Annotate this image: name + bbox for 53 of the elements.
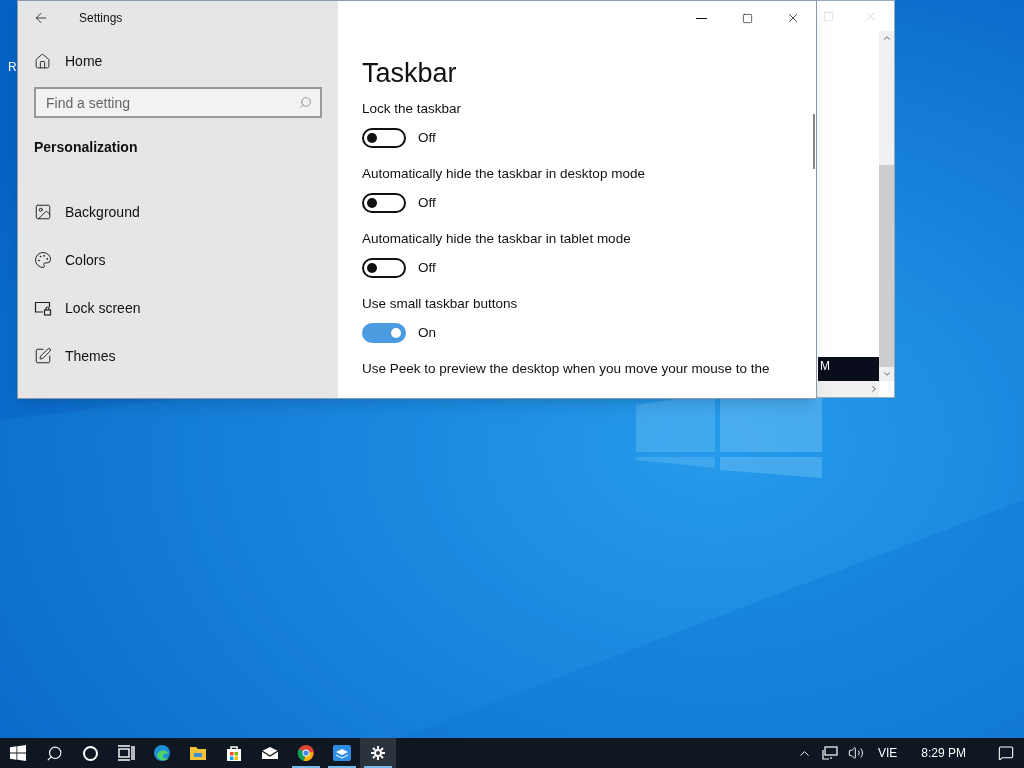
- toggle-state: Off: [418, 129, 436, 147]
- scroll-right-icon[interactable]: [869, 384, 879, 394]
- window-title: Settings: [79, 10, 123, 27]
- box-app-icon: [332, 744, 352, 762]
- close-icon: [786, 11, 800, 25]
- home-icon: [34, 52, 51, 70]
- scrollbar[interactable]: [879, 31, 894, 381]
- toggle-switch[interactable]: [362, 258, 406, 279]
- language-indicator[interactable]: VIE: [877, 744, 898, 762]
- toggle-state: Off: [418, 259, 436, 277]
- taskbar-button[interactable]: [360, 738, 396, 768]
- picture-icon: [34, 203, 52, 221]
- clock[interactable]: 8:29 PM: [921, 744, 966, 762]
- scrollbar-thumb[interactable]: [813, 114, 815, 169]
- section-heading: Personalization: [34, 138, 139, 157]
- search-icon: [299, 96, 312, 109]
- setting-label: Automatically hide the taskbar in desktop mode: [362, 165, 646, 183]
- toggle-state: Off: [418, 194, 436, 212]
- sidebar-item[interactable]: Themes: [18, 332, 338, 380]
- toggle-switch[interactable]: [362, 323, 406, 344]
- setting-label: Use small taskbar buttons: [362, 295, 519, 313]
- minimize-icon: [695, 17, 707, 19]
- task-view-icon: [117, 745, 135, 761]
- windows-logo-icon: [10, 745, 26, 761]
- volume-icon[interactable]: [847, 745, 864, 761]
- clock-text: M: [820, 358, 830, 375]
- desktop-icon-label: R: [8, 59, 17, 76]
- toggle-state: On: [418, 324, 436, 342]
- network-icon[interactable]: [821, 746, 838, 760]
- page-heading: Taskbar: [362, 57, 458, 90]
- setting-label: Lock the taskbar: [362, 100, 463, 118]
- envelope-icon: [261, 746, 279, 760]
- sidebar-item[interactable]: Colors: [18, 236, 338, 284]
- folder-icon: [189, 745, 207, 761]
- palette-icon: [34, 251, 52, 269]
- notification-icon[interactable]: [998, 745, 1014, 761]
- back-icon[interactable]: [33, 10, 49, 26]
- setting-label: Use Peek to preview the desktop when you move your mouse to the: [362, 360, 771, 378]
- home-item[interactable]: Home: [18, 41, 338, 81]
- sidebar-item[interactable]: Background: [18, 188, 338, 236]
- setting-label: Automatically hide the taskbar in tablet mode: [362, 230, 632, 248]
- sidebar-item[interactable]: Lock screen: [18, 284, 338, 332]
- toggle-switch[interactable]: [362, 128, 406, 149]
- pen-monitor-icon: [34, 347, 52, 365]
- gear-icon: [370, 745, 386, 761]
- chrome-icon: [297, 744, 315, 762]
- toggle-switch[interactable]: [362, 193, 406, 214]
- shopping-bag-icon: [226, 744, 242, 762]
- maximize-icon: [741, 12, 753, 24]
- search-field[interactable]: Find a setting: [34, 87, 322, 118]
- search-icon: [45, 744, 63, 762]
- edge-icon: [153, 744, 171, 762]
- screen-lock-icon: [34, 299, 52, 317]
